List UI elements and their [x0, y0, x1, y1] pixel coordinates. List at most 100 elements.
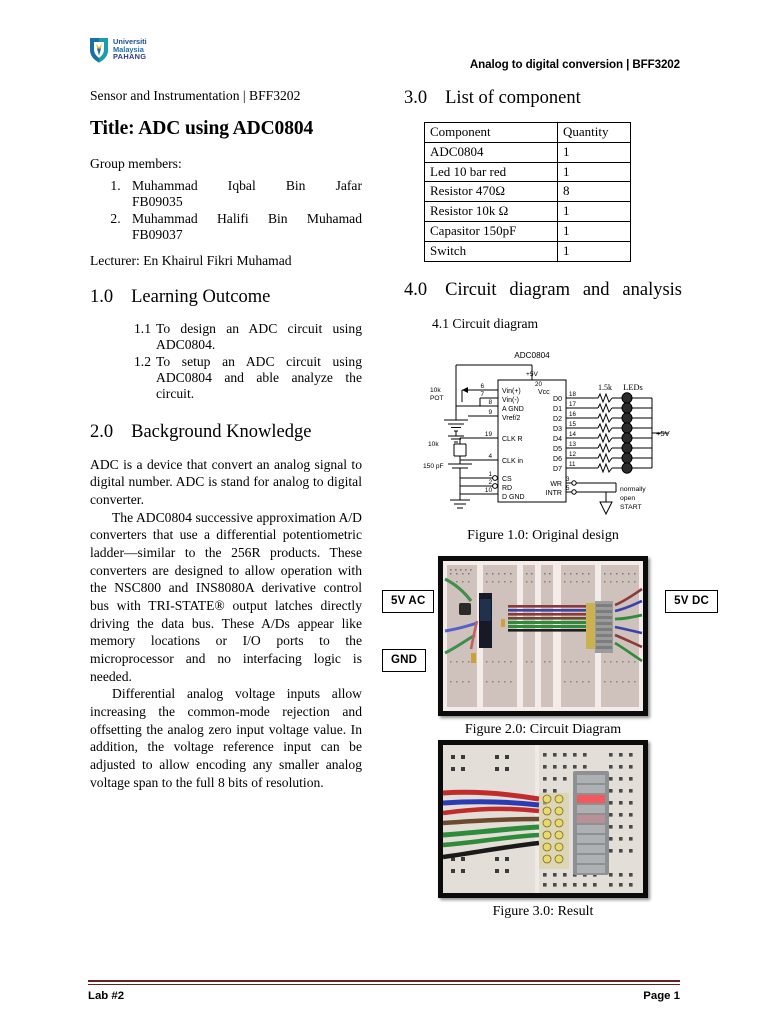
- schematic-led-supply-label: +5V: [656, 429, 671, 438]
- page-header: Universiti Malaysia PAHANG Analog to dig…: [88, 36, 680, 82]
- figure-3-block: Figure 3.0: Result: [404, 739, 682, 920]
- schematic-label-d3: D3: [553, 426, 562, 433]
- schematic-label-d0: D0: [553, 396, 562, 403]
- schematic-pin-9: 9: [488, 409, 492, 416]
- outcome-number: 1.1: [134, 320, 151, 336]
- section-heading-4: 4.0 Circuit diagram and analysis: [404, 280, 682, 302]
- member-id: FB09035: [132, 194, 183, 209]
- table-row: Switch 1: [424, 240, 631, 262]
- schematic-label-d4: D4: [553, 436, 562, 443]
- schematic-pin-7: 7: [480, 391, 484, 398]
- list-item: Muhammad Halifi Bin Muhamad FB09037: [124, 211, 362, 243]
- schematic-pin-10: 10: [485, 487, 493, 494]
- schematic-pin-2: 2: [488, 479, 492, 486]
- cell-component: Led 10 bar red: [424, 161, 558, 183]
- schematic-vcc-label: Vcc: [538, 389, 550, 396]
- schematic-pot-label-2: POT: [430, 395, 444, 402]
- table-row: ADC0804 1: [424, 141, 631, 163]
- schematic-pin-11: 11: [569, 461, 576, 468]
- schematic-label-clk-r: CLK R: [502, 436, 523, 443]
- schematic-label-d5: D5: [553, 446, 562, 453]
- result-photo-svg: [443, 744, 643, 893]
- schematic-supply-label: +5V: [526, 371, 539, 378]
- course-line: Sensor and Instrumentation | BFF3202: [90, 88, 301, 103]
- figure-caption-3: Figure 3.0: Result: [492, 903, 594, 919]
- list-item: 1.2 To setup an ADC circuit using ADC080…: [134, 354, 362, 402]
- schematic-resistor-label: 1.5k: [598, 383, 612, 392]
- section-number: 1.0: [90, 287, 114, 307]
- right-column: 3.0 List of component Component Quantity…: [382, 88, 718, 920]
- schematic-rc-res-label: 10k: [428, 441, 439, 448]
- breadboard-photo-svg: [443, 560, 643, 711]
- cell-component: Switch: [424, 240, 558, 262]
- schematic-pin-17: 17: [569, 401, 576, 408]
- figure-caption-2: Figure 2.0: Circuit Diagram: [464, 721, 622, 737]
- schematic-label-vin-plus: Vin(+): [502, 388, 521, 395]
- circuit-schematic: ADC0804 +5V 20 Vcc 10k POT 10k 150 pF 6 …: [420, 340, 680, 522]
- section-title: Background Knowledge: [131, 421, 312, 442]
- section-title: Learning Outcome: [131, 287, 271, 307]
- page-title: Title: ADC using ADC0804: [90, 118, 314, 139]
- outcome-number: 1.2: [134, 353, 151, 369]
- schematic-label-d-gnd: D GND: [502, 494, 525, 501]
- group-members-list: Muhammad Iqbal Bin Jafar FB09035 Muhamma…: [90, 178, 362, 243]
- schematic-label-d2: D2: [553, 416, 562, 423]
- cell-quantity: 1: [557, 221, 631, 242]
- schematic-switch-line-3: START: [620, 504, 642, 511]
- schematic-label-vref: Vref/2: [502, 415, 521, 422]
- footer-rule-top: [88, 980, 680, 983]
- schematic-label-intr: INTR: [546, 490, 562, 497]
- schematic-svg: ADC0804 +5V 20 Vcc 10k POT 10k 150 pF 6 …: [423, 351, 671, 515]
- schematic-label-rd: RD: [502, 485, 512, 492]
- footer-page-number: Page 1: [643, 989, 680, 1002]
- table-row: Resistor 10k Ω 1: [424, 201, 631, 223]
- background-paragraph-3: Differential analog voltage inputs allow…: [90, 686, 362, 790]
- schematic-switch-line-1: normally: [620, 486, 646, 493]
- tag-5v-ac: 5V AC: [382, 589, 435, 613]
- schematic-label-vin-minus: Vin(-): [502, 397, 519, 404]
- header-title: Analog to digital conversion | BFF3202: [469, 58, 680, 71]
- schematic-pin-6: 6: [480, 383, 484, 390]
- schematic-label-cs: CS: [502, 476, 512, 483]
- components-table: Component Quantity ADC0804 1 Led 10 bar …: [424, 121, 631, 262]
- schematic-label-wr: WR: [550, 481, 562, 488]
- column-header-component: Component: [424, 121, 558, 143]
- list-item: Muhammad Iqbal Bin Jafar FB09035: [124, 178, 362, 210]
- section-title: List of component: [445, 88, 581, 108]
- list-item: 1.1 To design an ADC circuit using ADC08…: [134, 321, 362, 353]
- group-members-label: Group members:: [90, 156, 182, 171]
- figure-2-block: 5V AC 5V DC GND Figure 2.0: Circuit Diag…: [382, 555, 718, 737]
- schematic-chip-label: ADC0804: [514, 351, 550, 360]
- shield-icon: [88, 36, 110, 64]
- schematic-vcc-pin: 20: [535, 381, 542, 388]
- schematic-rc-cap-label: 150 pF: [423, 463, 444, 470]
- schematic-pin-19: 19: [485, 431, 493, 438]
- schematic-pin-12: 12: [569, 451, 576, 458]
- outcome-text: To design an ADC circuit using ADC0804.: [156, 320, 362, 352]
- schematic-pin-15: 15: [569, 421, 576, 428]
- column-header-quantity: Quantity: [557, 121, 631, 143]
- lecturer-line: Lecturer: En Khairul Fikri Muhamad: [90, 253, 292, 268]
- schematic-pin-3: 3: [566, 476, 570, 483]
- document-page: Universiti Malaysia PAHANG Analog to dig…: [0, 0, 768, 1024]
- schematic-pin-1: 1: [488, 471, 492, 478]
- logo-line-3: PAHANG: [113, 52, 147, 62]
- section-heading-2: 2.0 Background Knowledge: [90, 422, 362, 444]
- page-footer: Lab #2 Page 1: [88, 980, 680, 1014]
- cell-quantity: 1: [557, 201, 631, 223]
- section-number: 4.0: [404, 279, 428, 300]
- background-paragraph-1: ADC is a device that convert an analog s…: [90, 456, 362, 507]
- section-heading-1: 1.0 Learning Outcome: [90, 287, 362, 309]
- schematic-label-clk-in: CLK in: [502, 458, 523, 465]
- schematic-pin-4: 4: [488, 453, 492, 460]
- member-id: FB09037: [132, 227, 183, 242]
- section-number: 3.0: [404, 88, 428, 108]
- footer-left-label: Lab #2: [88, 989, 125, 1002]
- cell-quantity: 8: [557, 181, 631, 203]
- table-row: Led 10 bar red 1: [424, 161, 631, 183]
- schematic-pin-5: 5: [566, 485, 570, 492]
- schematic-pin-18: 18: [569, 391, 576, 398]
- learning-outcome-list: 1.1 To design an ADC circuit using ADC08…: [90, 321, 362, 402]
- schematic-pin-8: 8: [488, 399, 492, 406]
- university-logo: Universiti Malaysia PAHANG: [88, 36, 147, 64]
